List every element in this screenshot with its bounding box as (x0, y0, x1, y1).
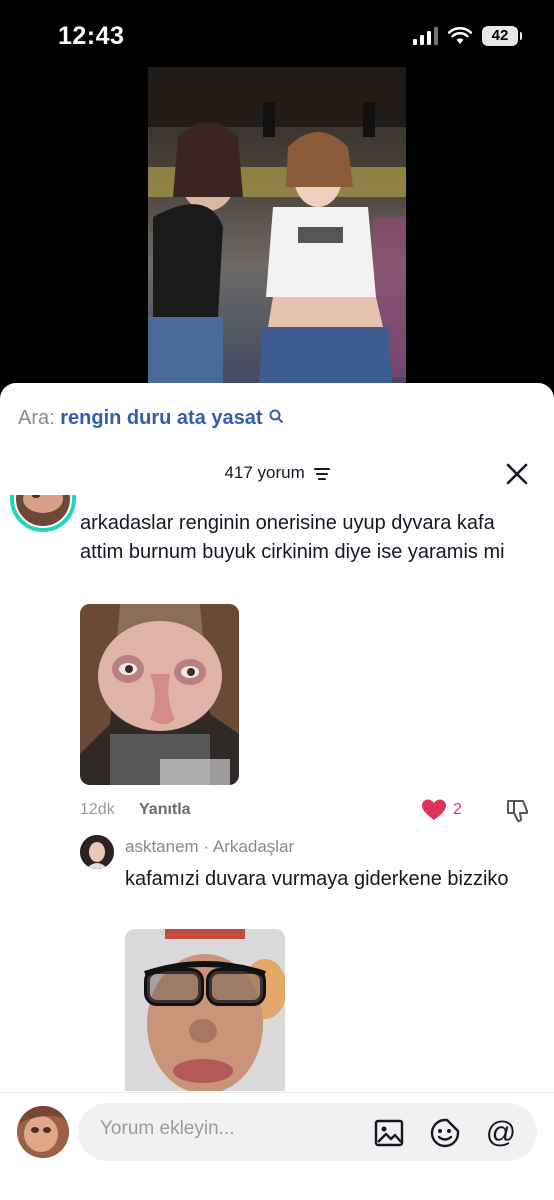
status-time: 12:43 (58, 22, 125, 50)
comments-list[interactable]: arkadaslar renginin onerisine uyup dyvar… (0, 495, 554, 1091)
close-icon[interactable] (504, 461, 530, 487)
wifi-icon (448, 27, 472, 44)
sticker-icon[interactable] (429, 1117, 461, 1149)
like-button[interactable]: 2 (421, 798, 462, 822)
avatar[interactable] (10, 495, 76, 537)
reply-relation: Arkadaşlar (212, 837, 295, 856)
comment-photo[interactable] (80, 604, 239, 785)
comment-time: 12dk (80, 801, 115, 818)
status-bar: 12:43 42 (0, 0, 554, 70)
comment-count: 417 yorum (224, 463, 305, 482)
signal-icon (413, 27, 438, 45)
search-icon (269, 409, 284, 423)
comments-sheet: Ara: rengin duru ata yasat 417 yorum ark… (0, 383, 554, 1200)
current-user-avatar[interactable] (17, 1106, 69, 1158)
comment-field[interactable]: @ (78, 1103, 537, 1161)
image-icon[interactable] (373, 1117, 405, 1149)
search-label: Ara: (18, 407, 55, 429)
search-query-link[interactable]: rengin duru ata yasat (60, 407, 262, 429)
video-player[interactable] (148, 67, 406, 397)
comment-count-sort[interactable]: 417 yorum (0, 463, 554, 483)
comment-input[interactable] (100, 1118, 350, 1140)
reply-text: kafamızi duvara vurmaya giderkene bizzik… (125, 868, 509, 890)
status-icons: 42 (413, 26, 522, 46)
reply-button[interactable]: Yanıtla (139, 801, 191, 819)
search-suggestion[interactable]: Ara: rengin duru ata yasat (18, 407, 284, 430)
mention-icon[interactable]: @ (485, 1117, 517, 1149)
dislike-icon[interactable] (505, 798, 531, 824)
comment-meta: 12dk Yanıtla 2 (80, 798, 534, 824)
comments-header: 417 yorum (0, 459, 554, 489)
reply-avatar[interactable] (80, 835, 114, 869)
reply-username[interactable]: asktanem (125, 837, 199, 856)
reply-photo[interactable] (125, 929, 285, 1091)
reply-header: asktanem · Arkadaşlar (125, 837, 294, 857)
like-count: 2 (453, 801, 462, 818)
video-frame-image (148, 67, 406, 397)
battery-icon: 42 (482, 26, 522, 46)
comment-text: arkadaslar renginin onerisine uyup dyvar… (80, 512, 505, 563)
heart-icon (422, 799, 446, 820)
reply-separator: · (203, 837, 210, 856)
comment-composer: @ (0, 1092, 554, 1200)
filter-icon[interactable] (313, 467, 330, 481)
